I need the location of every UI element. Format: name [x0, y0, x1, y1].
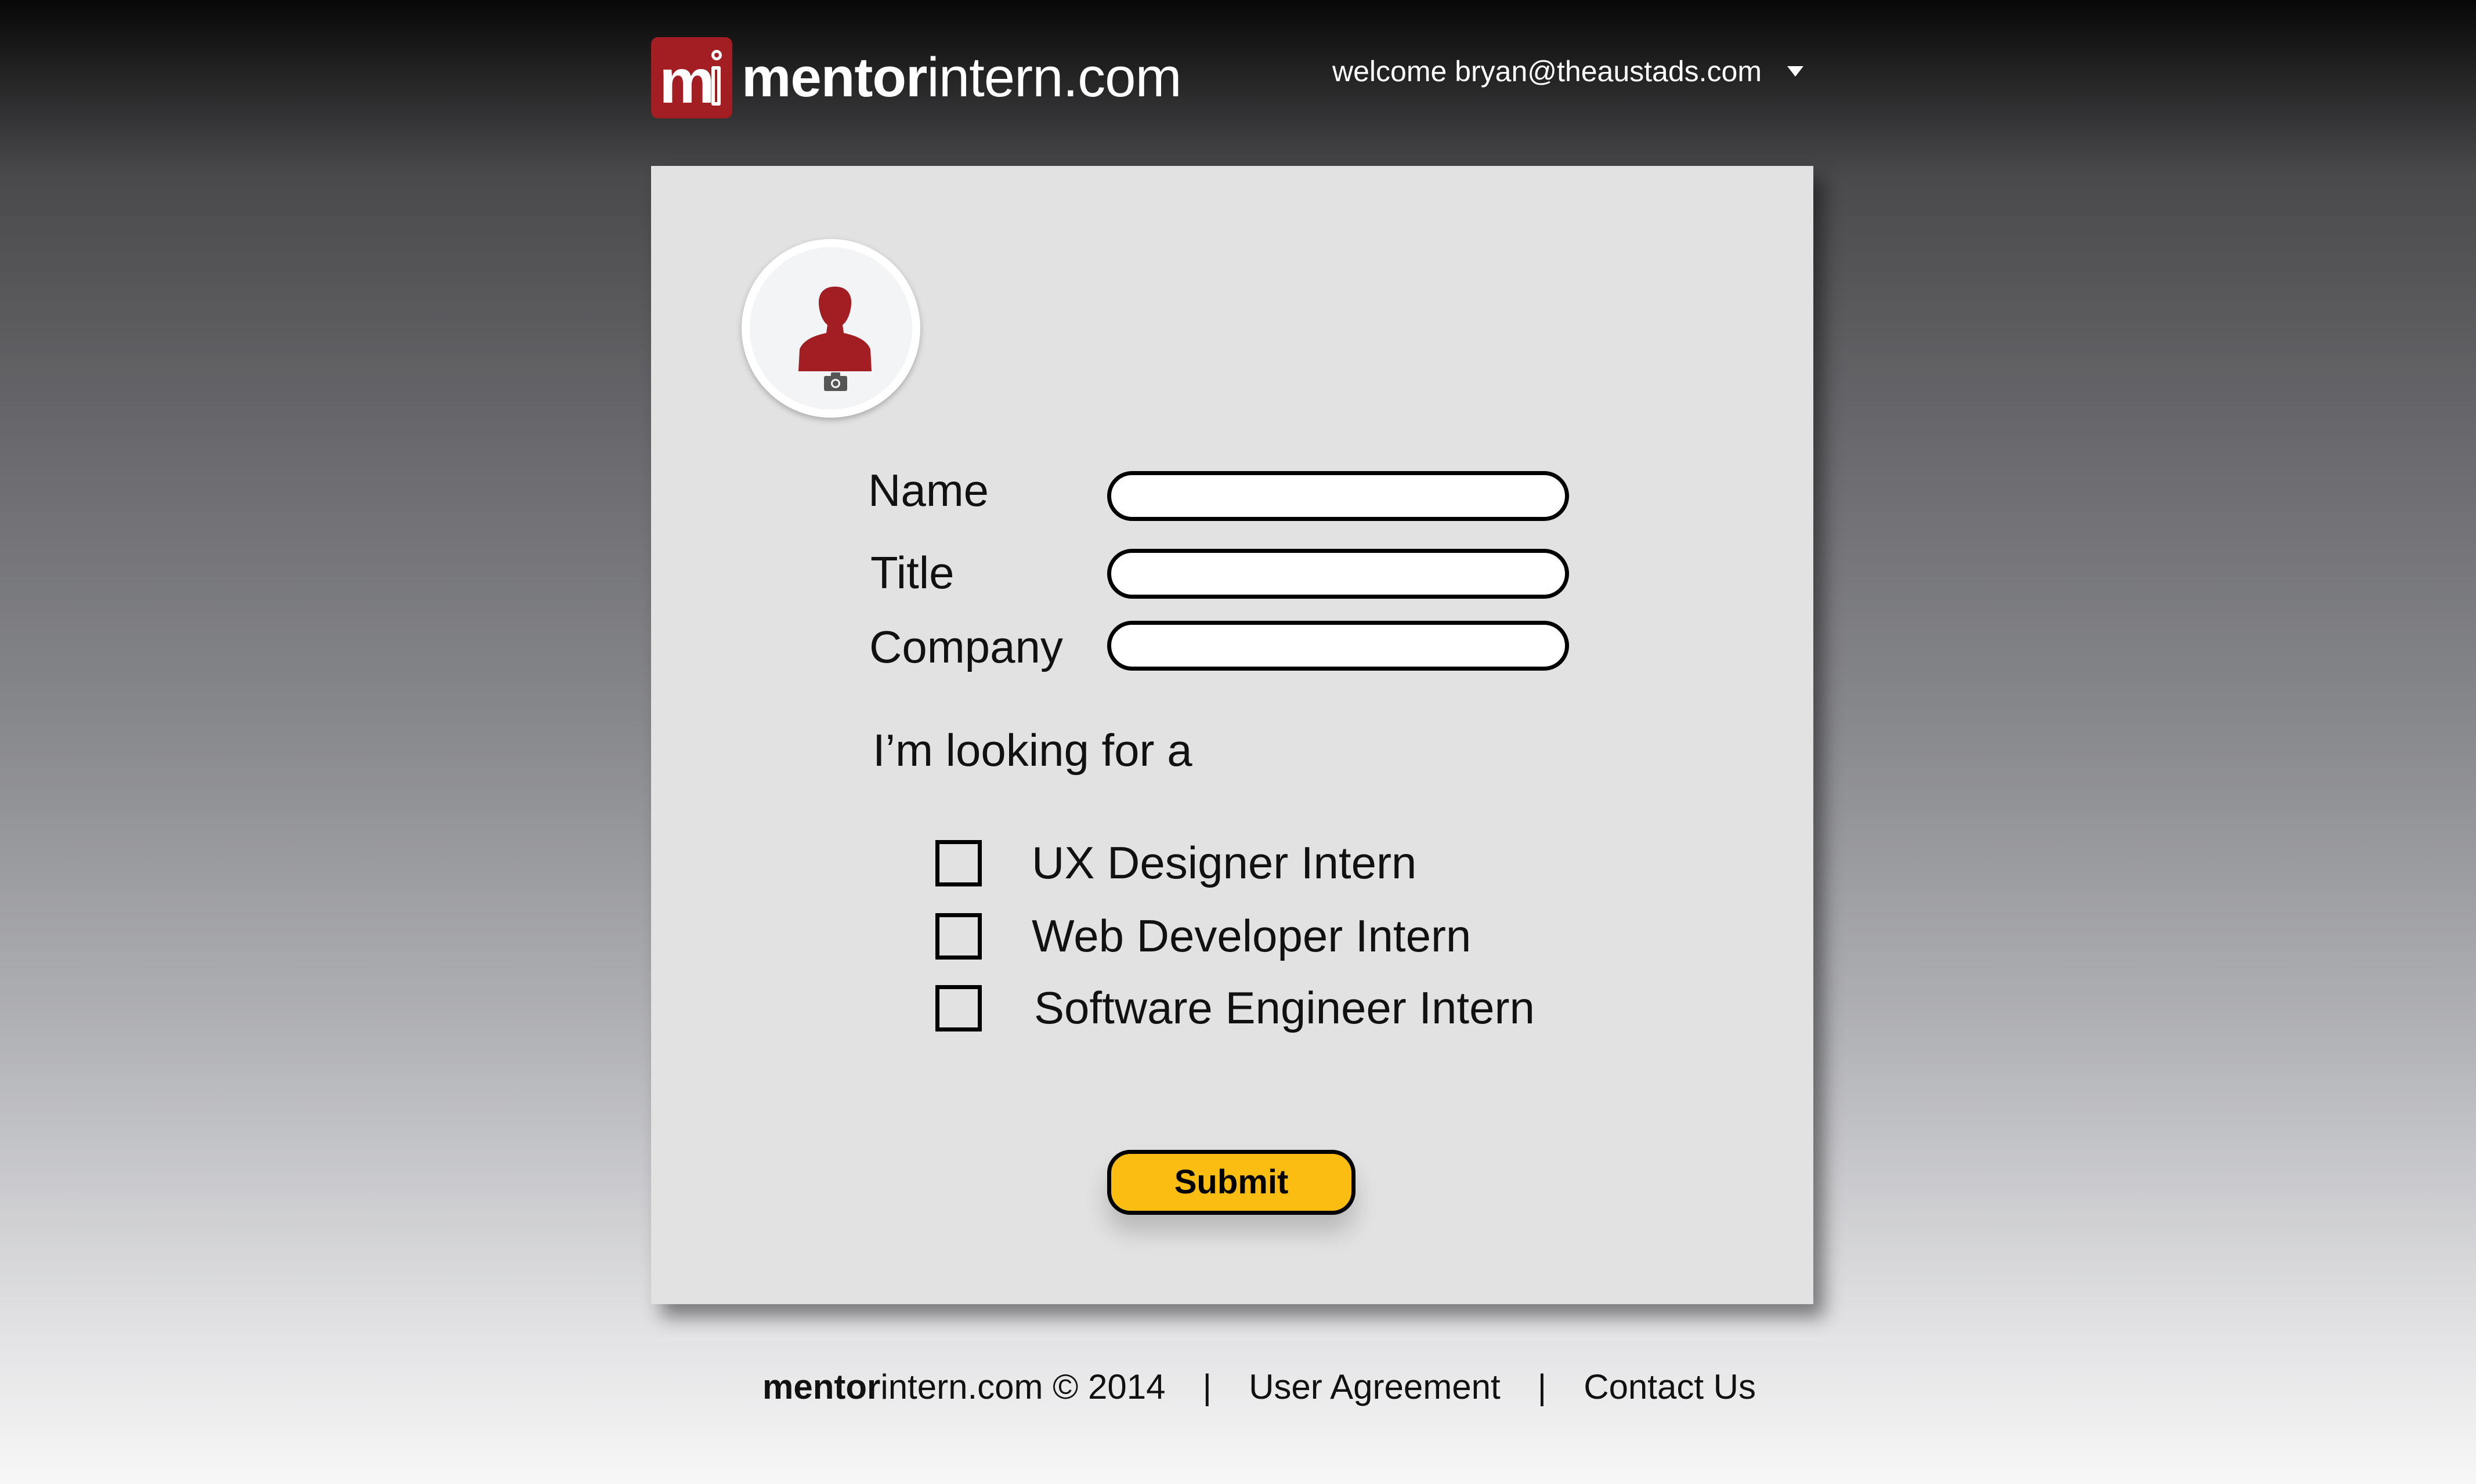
option-web-developer-intern[interactable]: Web Developer Intern [935, 910, 1471, 962]
caret-down-icon[interactable] [1787, 66, 1803, 77]
logo-mark: m [651, 37, 732, 118]
looking-for-label: I’m looking for a [873, 725, 1192, 776]
ux-designer-label: UX Designer Intern [1032, 837, 1417, 888]
logo-brand-regular: intern.com [927, 46, 1181, 108]
person-icon [798, 287, 872, 371]
option-software-engineer-intern[interactable]: Software Engineer Intern [935, 982, 1535, 1034]
software-engineer-checkbox[interactable] [935, 984, 982, 1031]
footer: mentorintern.com © 2014 | User Agreement… [762, 1367, 1756, 1407]
logo-mark-stem [711, 66, 721, 106]
title-label: Title [870, 547, 955, 598]
logo-brand-bold: mentor [742, 46, 927, 108]
site-logo[interactable]: m mentorintern.com [651, 37, 1182, 118]
logo-mark-letter: m [659, 46, 715, 116]
web-developer-label: Web Developer Intern [1032, 910, 1472, 961]
ux-designer-checkbox[interactable] [935, 839, 982, 886]
footer-brand-bold: mentor [762, 1367, 881, 1406]
footer-copyright: mentorintern.com © 2014 [762, 1367, 1166, 1407]
company-label: Company [869, 621, 1063, 672]
company-input[interactable] [1107, 621, 1569, 671]
name-input[interactable] [1107, 471, 1569, 521]
web-developer-checkbox[interactable] [935, 913, 982, 960]
logo-wordmark: mentorintern.com [742, 46, 1182, 110]
account-menu[interactable]: welcome bryan@theaustads.com [1332, 55, 1803, 88]
welcome-text: welcome bryan@theaustads.com [1332, 55, 1762, 88]
profile-card: Name Title Company I’m looking for a UX … [651, 166, 1813, 1304]
footer-separator: | [1537, 1367, 1547, 1406]
camera-icon[interactable] [824, 372, 847, 391]
title-input[interactable] [1107, 549, 1569, 599]
user-agreement-link[interactable]: User Agreement [1249, 1367, 1501, 1407]
footer-brand-regular: intern.com © 2014 [880, 1367, 1166, 1406]
submit-button[interactable]: Submit [1107, 1150, 1356, 1215]
name-label: Name [868, 465, 989, 516]
logo-mark-dot [711, 50, 722, 60]
contact-us-link[interactable]: Contact Us [1584, 1367, 1756, 1407]
software-engineer-label: Software Engineer Intern [1034, 982, 1535, 1033]
avatar-upload[interactable] [742, 239, 920, 418]
footer-separator: | [1202, 1367, 1212, 1406]
option-ux-designer-intern[interactable]: UX Designer Intern [935, 837, 1416, 889]
